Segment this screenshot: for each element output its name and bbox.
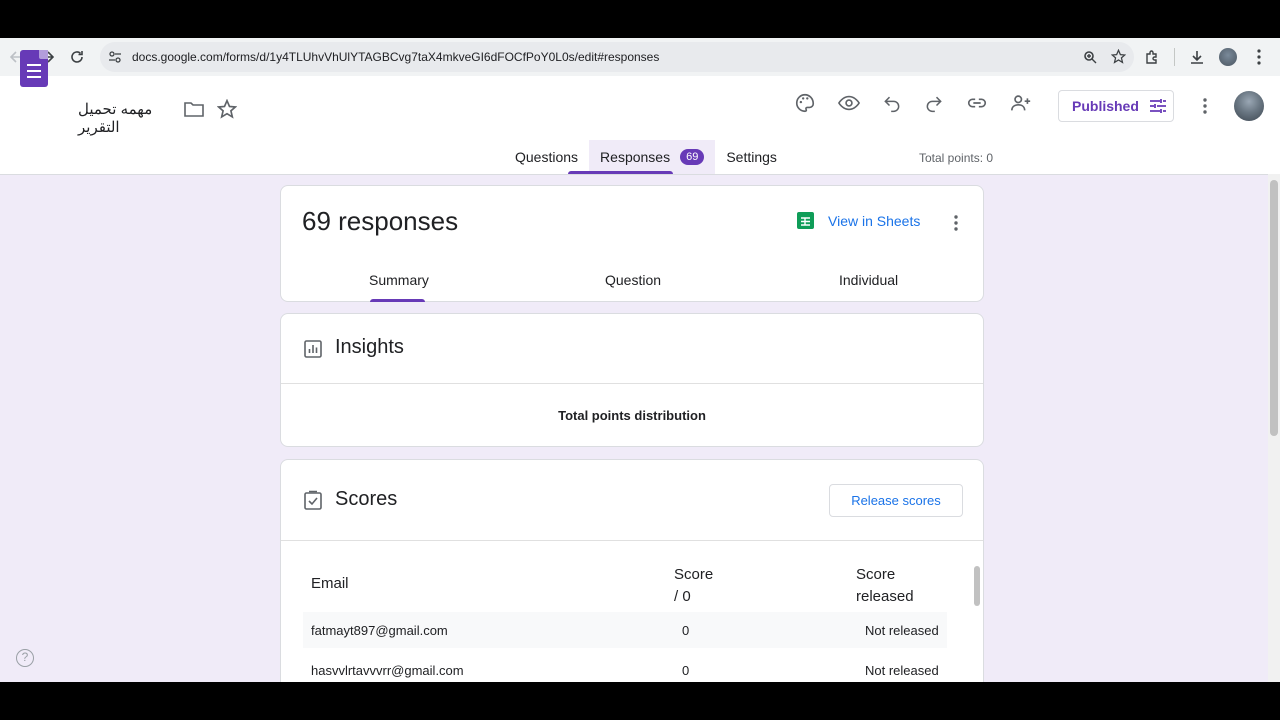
subtab-question[interactable]: Question <box>605 272 661 288</box>
column-header-score: Score / 0 <box>674 566 714 605</box>
release-scores-button[interactable]: Release scores <box>829 484 963 517</box>
tab-responses[interactable]: Responses 69 <box>567 140 716 174</box>
url-text: docs.google.com/forms/d/1y4TLUhvVhUlYTAG… <box>132 50 660 64</box>
responses-more-icon[interactable] <box>954 215 958 231</box>
divider <box>281 383 983 384</box>
scores-title: Scores <box>335 488 398 510</box>
extensions-icon[interactable] <box>1144 49 1160 65</box>
browser-toolbar: docs.google.com/forms/d/1y4TLUhvVhUlYTAG… <box>0 38 1280 76</box>
toolbar-divider <box>1174 48 1175 66</box>
star-icon[interactable] <box>217 99 237 119</box>
publish-settings-icon <box>1149 98 1167 114</box>
insights-card: Insights Total points distribution <box>280 313 984 447</box>
sheets-icon <box>797 212 814 229</box>
form-tabs: Questions Responses 69 Settings <box>504 140 788 174</box>
scores-check-icon <box>304 490 322 510</box>
tab-questions[interactable]: Questions <box>504 140 589 174</box>
move-to-folder-icon[interactable] <box>184 100 204 118</box>
responses-count-title: 69 responses <box>302 206 459 236</box>
table-row[interactable]: fatmayt897@gmail.com 0 Not released <box>303 612 947 648</box>
zoom-icon[interactable] <box>1083 49 1097 64</box>
row-email: hasvvlrtavvvrr@gmail.com <box>311 663 464 678</box>
download-icon[interactable] <box>1189 49 1205 65</box>
responses-count-badge: 69 <box>680 149 705 165</box>
browser-menu-icon[interactable] <box>1257 49 1261 65</box>
subtab-summary[interactable]: Summary <box>369 272 429 302</box>
row-score: 0 <box>682 623 690 638</box>
row-score: 0 <box>682 663 690 678</box>
google-forms-logo[interactable] <box>20 50 48 87</box>
total-points: Total points: 0 <box>919 151 994 165</box>
table-scrollbar[interactable] <box>974 566 980 606</box>
reload-icon[interactable] <box>62 42 92 72</box>
scores-card: Scores Release scores Email Score / 0 Sc… <box>280 459 984 682</box>
palette-icon[interactable] <box>794 92 816 114</box>
total-points-distribution-label: Total points distribution <box>558 408 706 423</box>
table-row[interactable]: hasvvlrtavvvrr@gmail.com 0 Not released <box>303 652 947 682</box>
account-avatar[interactable] <box>1234 91 1264 121</box>
tab-settings[interactable]: Settings <box>715 140 788 174</box>
undo-icon[interactable] <box>882 93 902 113</box>
subtab-active-indicator <box>370 299 425 302</box>
link-icon[interactable] <box>966 92 988 114</box>
published-button[interactable]: Published <box>1058 90 1174 122</box>
redo-icon[interactable] <box>924 93 944 113</box>
divider <box>281 540 983 541</box>
responses-subtabs: Summary Question Individual <box>281 270 983 302</box>
page-scrollbar[interactable] <box>1268 174 1280 682</box>
column-header-score-released: Score released <box>856 566 914 605</box>
insights-chart-icon <box>304 340 322 358</box>
view-in-sheets-button[interactable]: View in Sheets <box>797 212 920 229</box>
site-settings-icon[interactable] <box>108 50 122 64</box>
published-label: Published <box>1072 98 1139 114</box>
preview-eye-icon[interactable] <box>838 92 860 114</box>
responses-content: 69 responses View in Sheets Summary Ques… <box>0 174 1268 682</box>
add-collaborator-icon[interactable] <box>1010 92 1032 114</box>
help-icon[interactable]: ? <box>16 649 34 667</box>
column-header-email: Email <box>311 575 349 592</box>
bookmark-star-icon[interactable] <box>1111 49 1126 64</box>
profile-avatar-small[interactable] <box>1219 48 1237 66</box>
row-released: Not released <box>865 663 939 678</box>
responses-header-card: 69 responses View in Sheets Summary Ques… <box>280 185 984 302</box>
row-email: fatmayt897@gmail.com <box>311 623 448 638</box>
insights-title: Insights <box>335 336 404 358</box>
page-scroll-thumb[interactable] <box>1270 180 1278 436</box>
address-bar[interactable]: docs.google.com/forms/d/1y4TLUhvVhUlYTAG… <box>100 42 1134 72</box>
form-title[interactable]: مهمه تحميل التقرير <box>78 100 178 136</box>
view-in-sheets-label: View in Sheets <box>828 212 921 229</box>
row-released: Not released <box>865 623 939 638</box>
more-options-icon[interactable] <box>1203 98 1207 114</box>
subtab-individual[interactable]: Individual <box>839 272 898 288</box>
